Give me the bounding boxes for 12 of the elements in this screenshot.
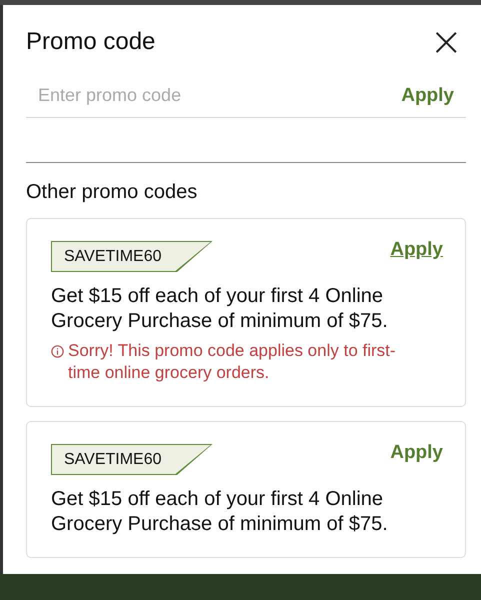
- promo-description: Get $15 off each of your first 4 Online Grocery Purchase of minimum of $75.: [51, 284, 389, 334]
- error-message: Sorry! This promo code applies only to first-time online grocery orders.: [68, 340, 397, 384]
- apply-link[interactable]: Apply: [390, 442, 443, 464]
- close-button[interactable]: ×: [426, 28, 466, 56]
- apply-link[interactable]: Apply: [390, 239, 443, 261]
- dialog-title: Promo code: [26, 28, 156, 56]
- promo-description: Get $15 off each of your first 4 Online Grocery Purchase of minimum of $75.: [51, 487, 389, 537]
- promo-code-tag: SAVETIME60: [51, 241, 213, 272]
- apply-button[interactable]: Apply: [401, 84, 466, 106]
- info-icon: [51, 345, 64, 358]
- section-title: Other promo codes: [26, 181, 198, 204]
- promo-code-tag: SAVETIME60: [51, 444, 213, 475]
